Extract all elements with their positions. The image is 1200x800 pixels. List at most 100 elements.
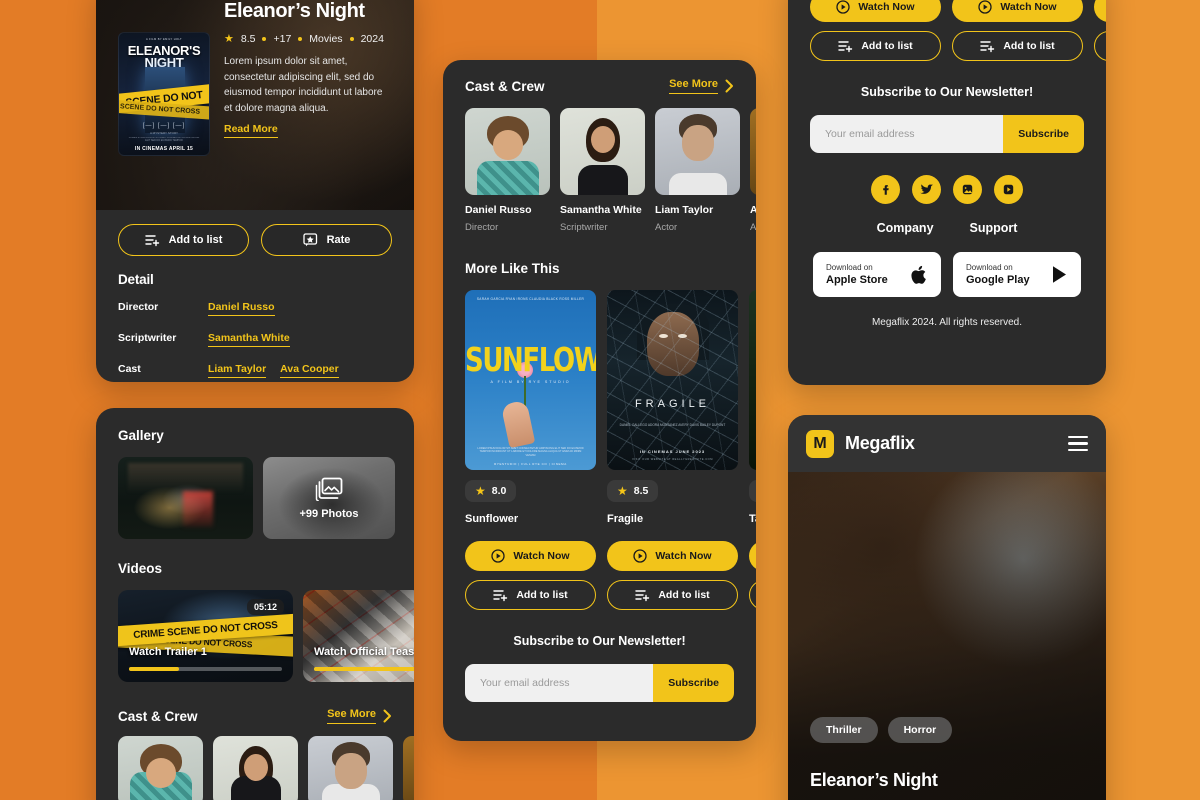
page-title: Eleanor’s Night <box>224 0 365 22</box>
add-to-list-button[interactable]: Add to list <box>749 580 756 611</box>
detail-label: Cast <box>118 363 141 375</box>
add-to-list-button[interactable]: Add to list <box>465 580 596 611</box>
google-play-button[interactable]: Download on Google Play <box>953 252 1081 297</box>
cast-photo[interactable] <box>118 736 203 800</box>
rating-value: 8.5 <box>633 485 649 498</box>
cast-photo[interactable] <box>403 736 414 800</box>
play-circle-icon <box>836 0 851 14</box>
movie-name: Fragile <box>607 513 644 526</box>
add-to-list-button[interactable]: Add to list <box>118 224 249 256</box>
poster-title: SUNFLOWER <box>465 342 596 380</box>
youtube-icon <box>1003 184 1014 195</box>
youtube-button[interactable] <box>994 175 1023 204</box>
store-big-label: Apple Store <box>826 274 888 286</box>
watch-now-button[interactable]: Watch Now <box>465 541 596 572</box>
read-more-link[interactable]: Read More <box>224 123 278 138</box>
add-to-list-button[interactable]: Add to list <box>952 31 1083 61</box>
gallery-thumbnail[interactable] <box>118 457 253 539</box>
cast-photo[interactable] <box>213 736 298 800</box>
separator-dot <box>298 37 303 41</box>
watch-now-button[interactable]: Watch Now <box>607 541 738 572</box>
photos-stack-icon <box>315 477 343 501</box>
gallery-heading: Gallery <box>118 428 164 443</box>
cast-name: Samantha White <box>560 204 642 216</box>
genre-tag-horror[interactable]: Horror <box>887 717 953 743</box>
poster-title: FRAGILE <box>634 398 711 411</box>
newsletter-section: Subscribe to Our Newsletter! Subscribe <box>465 634 734 703</box>
detail-value-link[interactable]: Daniel Russo <box>208 301 275 316</box>
watch-now-button[interactable]: Watch Now <box>810 0 941 22</box>
detail-value-link[interactable]: Ava Cooper <box>280 363 339 378</box>
movie-card[interactable]: SARAH GARCIA RYAN IRONS CLAUDIA BLACK RO… <box>465 290 596 525</box>
footer-link-company[interactable]: Company <box>877 221 934 235</box>
newsletter-heading: Subscribe to Our Newsletter! <box>513 634 686 649</box>
add-to-list-label: Add to list <box>1003 40 1055 52</box>
newsletter-email-input[interactable] <box>810 115 1004 153</box>
watch-now-label: Watch Now <box>858 1 915 13</box>
detail-row-director: Director Daniel Russo <box>118 301 392 316</box>
detail-value-link[interactable]: Liam Taylor <box>208 363 267 378</box>
facebook-button[interactable] <box>871 175 900 204</box>
cast-name: Liam Taylor <box>655 204 714 216</box>
newsletter-subscribe-button[interactable]: Subscribe <box>653 664 734 703</box>
cast-member[interactable]: Ava Cooper Actress <box>750 108 756 233</box>
video-progress-bar[interactable] <box>314 667 414 671</box>
rate-button[interactable]: Rate <box>261 224 392 256</box>
movie-detail-panel: A FILM BY EMILY HOLT ELEANOR'S NIGHT SCE… <box>96 0 414 382</box>
watch-now-button[interactable]: Watch Now <box>749 541 756 572</box>
footer-panel: Watch Now Add to list Watch Now Add to l… <box>788 0 1106 385</box>
video-card[interactable]: 05:12 SCENE DO NOT CROSS CRIME SCENE DO … <box>118 590 293 682</box>
movie-card[interactable]: ★ 8.2 Tangled <box>749 290 756 525</box>
app-movie-title: Eleanor’s Night <box>810 770 938 790</box>
footer-link-support[interactable]: Support <box>970 221 1018 235</box>
cast-photo <box>465 108 550 195</box>
videos-heading: Videos <box>118 561 163 576</box>
star-icon: ★ <box>475 484 486 499</box>
newsletter-email-input[interactable] <box>465 664 654 703</box>
detail-value-link[interactable]: Samantha White <box>208 332 290 347</box>
cast-member[interactable]: Liam Taylor Actor <box>655 108 740 233</box>
instagram-button[interactable] <box>953 175 982 204</box>
movie-card[interactable]: FRAGILE DANIEL GALLEGO ADORA MONTANEZ AV… <box>607 290 738 525</box>
watch-now-button[interactable]: Watch Now <box>952 0 1083 22</box>
watch-now-button[interactable]: Watch Now <box>1094 0 1106 22</box>
app-logo[interactable]: M <box>806 429 834 458</box>
poster-website-line: VISIT OUR WEBSITE AT REALLYGREATSITE.COM <box>632 458 713 462</box>
add-to-list-button[interactable]: Add to list <box>810 31 941 61</box>
hamburger-menu-icon[interactable] <box>1068 436 1088 451</box>
video-progress-bar[interactable] <box>129 667 282 671</box>
add-to-list-label: Add to list <box>861 40 913 52</box>
apple-store-button[interactable]: Download on Apple Store <box>813 252 941 297</box>
rating-badge: ★ 8.5 <box>607 480 659 503</box>
rate-star-icon <box>302 233 317 247</box>
separator-dot <box>262 37 267 41</box>
rating-value: 8.5 <box>240 33 256 45</box>
genre-tag-thriller[interactable]: Thriller <box>810 717 878 743</box>
watch-now-label: Watch Now <box>655 550 712 563</box>
video-card[interactable]: Watch Official Teaser <box>303 590 414 682</box>
see-more-button[interactable]: See More <box>669 78 734 94</box>
newsletter-heading: Subscribe to Our Newsletter! <box>860 85 1034 99</box>
add-to-list-button[interactable]: Add to list <box>607 580 738 611</box>
cast-member[interactable]: Samantha White Scriptwriter <box>560 108 645 233</box>
play-circle-icon <box>633 549 648 563</box>
twitter-button[interactable] <box>912 175 941 204</box>
chevron-right-icon <box>383 709 391 723</box>
gallery-panel: Gallery +99 Photos Videos 05:12 SCENE DO… <box>96 408 414 800</box>
newsletter-subscribe-button[interactable]: Subscribe <box>1003 115 1084 153</box>
apple-icon <box>911 265 926 284</box>
cast-and-more-panel: Cast & Crew See More Daniel Russo Direct… <box>443 60 756 741</box>
gallery-more-photos[interactable]: +99 Photos <box>263 457 395 539</box>
rating-badge: ★ 8.0 <box>465 480 517 503</box>
app-hero-section: Thriller Horror Eleanor’s Night ★ 8.5 +1… <box>788 472 1106 800</box>
add-to-list-icon <box>493 589 508 601</box>
add-to-list-button[interactable]: Add to list <box>1094 31 1106 61</box>
cast-photo[interactable] <box>308 736 393 800</box>
detail-heading: Detail <box>118 272 154 287</box>
store-small-label: Download on <box>966 263 1013 272</box>
detail-row-scriptwriter: Scriptwriter Samantha White <box>118 332 392 347</box>
cast-role: Actor <box>655 222 678 234</box>
cast-member[interactable]: Daniel Russo Director <box>465 108 550 233</box>
add-to-list-icon <box>838 40 853 52</box>
see-more-button[interactable]: See More <box>327 708 392 724</box>
